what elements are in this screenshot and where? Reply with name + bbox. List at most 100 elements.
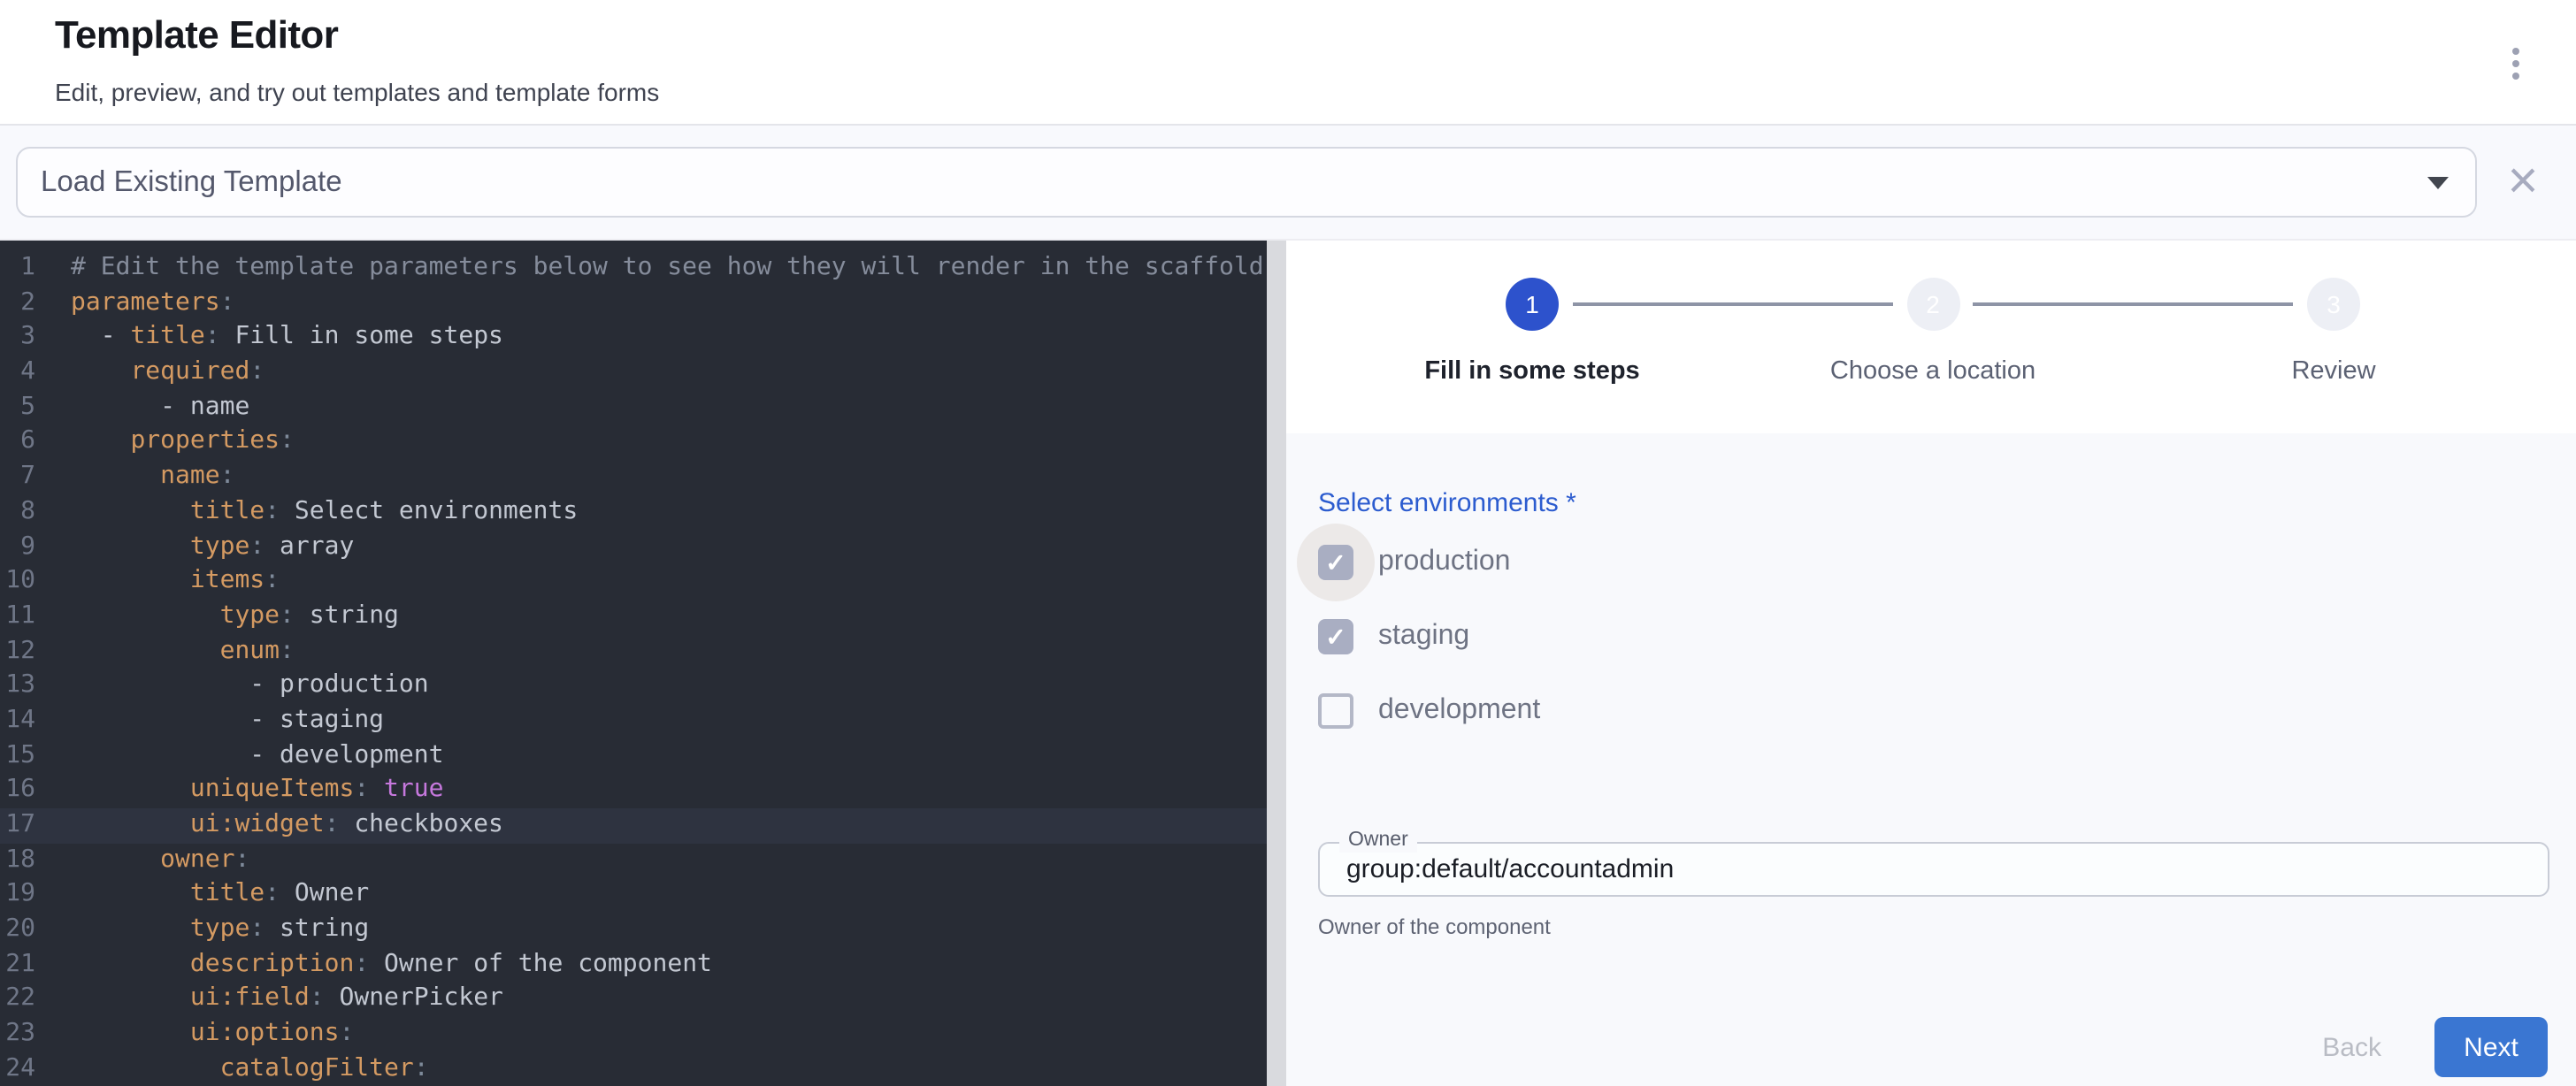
back-button[interactable]: Back: [2322, 1032, 2381, 1062]
code-line[interactable]: 10 items:: [0, 564, 1286, 599]
close-icon[interactable]: ×: [2493, 140, 2553, 225]
code-line[interactable]: 16 uniqueItems: true: [0, 774, 1286, 808]
code-line[interactable]: 17 ui:widget: checkboxes: [0, 808, 1286, 843]
step-label-2: Choose a location: [1830, 357, 2036, 386]
line-number: 19: [0, 878, 35, 913]
form-area: Select environments * ✓ production ✓ stagin…: [1286, 433, 2576, 1086]
owner-field-label: Owner: [1339, 830, 1417, 853]
line-number: 5: [0, 391, 35, 425]
code-line[interactable]: 6 properties:: [0, 425, 1286, 460]
stepper-connector: [1573, 302, 1893, 305]
page-title: Template Editor: [55, 12, 338, 58]
line-number: 14: [0, 704, 35, 738]
code-text: title: Select environments: [35, 495, 578, 530]
code-line[interactable]: 3 - title: Fill in some steps: [0, 321, 1286, 356]
line-number: 21: [0, 948, 35, 983]
code-line[interactable]: 22 ui:field: OwnerPicker: [0, 983, 1286, 1017]
code-line[interactable]: 21 description: Owner of the component: [0, 948, 1286, 983]
line-number: 7: [0, 460, 35, 494]
code-text: type: string: [35, 913, 369, 947]
code-line[interactable]: 9 type: array: [0, 530, 1286, 564]
kebab-menu-icon[interactable]: [2500, 41, 2532, 87]
code-line[interactable]: 15 - development: [0, 738, 1286, 773]
checkbox-label[interactable]: development: [1378, 695, 1540, 727]
owner-field-helper: Owner of the component: [1318, 914, 1551, 939]
code-line[interactable]: 24 catalogFilter:: [0, 1052, 1286, 1086]
step-circle-1: 1: [1506, 278, 1559, 331]
code-text: parameters:: [35, 286, 234, 320]
load-existing-template-placeholder: Load Existing Template: [18, 165, 342, 199]
checkbox-row-development[interactable]: development: [1318, 693, 1540, 729]
required-asterisk: *: [1566, 488, 1576, 518]
next-button[interactable]: Next: [2434, 1017, 2548, 1077]
code-line[interactable]: 20 type: string: [0, 913, 1286, 947]
code-text: owner:: [35, 843, 249, 877]
line-number: 16: [0, 774, 35, 808]
line-number: 11: [0, 600, 35, 634]
line-number: 4: [0, 356, 35, 390]
line-number: 8: [0, 495, 35, 530]
line-number: 15: [0, 738, 35, 773]
code-line[interactable]: 23 ui:options:: [0, 1017, 1286, 1052]
chevron-down-icon: [2427, 177, 2449, 189]
line-number: 20: [0, 913, 35, 947]
code-line[interactable]: 18 owner:: [0, 843, 1286, 877]
line-number: 10: [0, 564, 35, 599]
checked-checkbox[interactable]: ✓: [1318, 619, 1353, 654]
code-text: properties:: [35, 425, 295, 460]
code-line[interactable]: 4 required:: [0, 356, 1286, 390]
editor-scrollbar[interactable]: [1267, 241, 1286, 1086]
unchecked-checkbox[interactable]: [1318, 693, 1353, 729]
code-text: catalogFilter:: [35, 1052, 429, 1086]
code-line[interactable]: 12 enum:: [0, 634, 1286, 669]
line-number: 22: [0, 983, 35, 1017]
checkbox-label[interactable]: production: [1378, 547, 1510, 578]
select-environments-label: Select environments *: [1318, 488, 1576, 518]
yaml-code-editor[interactable]: 1# Edit the template parameters below to…: [0, 241, 1286, 1086]
step-circle-2: 2: [1906, 278, 1959, 331]
code-line[interactable]: 11 type: string: [0, 600, 1286, 634]
code-line[interactable]: 2parameters:: [0, 286, 1286, 320]
code-line[interactable]: 19 title: Owner: [0, 878, 1286, 913]
checkbox-label[interactable]: staging: [1378, 621, 1469, 653]
load-existing-template-select[interactable]: Load Existing Template: [16, 147, 2477, 218]
code-line[interactable]: 13 - production: [0, 669, 1286, 704]
code-line[interactable]: 8 title: Select environments: [0, 495, 1286, 530]
code-text: # Edit the template parameters below to …: [35, 251, 1264, 286]
code-text: - development: [35, 738, 443, 773]
line-number: 13: [0, 669, 35, 704]
preview-panel: 1Fill in some steps2Choose a location3Re…: [1286, 241, 2576, 1086]
main-split: 1# Edit the template parameters below to…: [0, 241, 2576, 1086]
code-text: - staging: [35, 704, 384, 738]
line-number: 3: [0, 321, 35, 356]
owner-field[interactable]: group:default/accountadmin: [1318, 842, 2549, 897]
code-text: type: array: [35, 530, 354, 564]
page-subtitle: Edit, preview, and try out templates and…: [55, 78, 659, 106]
stepper-connector: [1973, 302, 2293, 305]
page-header: Template Editor Edit, preview, and try o…: [0, 0, 2576, 126]
wizard-footer: Back Next: [2322, 1017, 2548, 1077]
code-line[interactable]: 14 - staging: [0, 704, 1286, 738]
checkbox-row-production[interactable]: ✓ production: [1318, 545, 1510, 580]
code-line[interactable]: 1# Edit the template parameters below to…: [0, 251, 1286, 286]
line-number: 12: [0, 634, 35, 669]
checkbox-row-staging[interactable]: ✓ staging: [1318, 619, 1469, 654]
line-number: 1: [0, 251, 35, 286]
code-text: enum:: [35, 634, 295, 669]
line-number: 18: [0, 843, 35, 877]
code-line[interactable]: 5 - name: [0, 391, 1286, 425]
code-text: - title: Fill in some steps: [35, 321, 503, 356]
code-text: - production: [35, 669, 429, 704]
load-template-bar: Load Existing Template ×: [0, 126, 2576, 241]
code-text: type: string: [35, 600, 399, 634]
line-number: 24: [0, 1052, 35, 1086]
line-number: 2: [0, 286, 35, 320]
code-text: ui:options:: [35, 1017, 354, 1052]
checked-checkbox[interactable]: ✓: [1318, 545, 1353, 580]
code-text: items:: [35, 564, 280, 599]
checkmark-icon: ✓: [1325, 547, 1346, 577]
code-text: ui:field: OwnerPicker: [35, 983, 503, 1017]
template-editor-page: Template Editor Edit, preview, and try o…: [0, 0, 2576, 1086]
code-line[interactable]: 7 name:: [0, 460, 1286, 494]
step-circle-3: 3: [2307, 278, 2360, 331]
